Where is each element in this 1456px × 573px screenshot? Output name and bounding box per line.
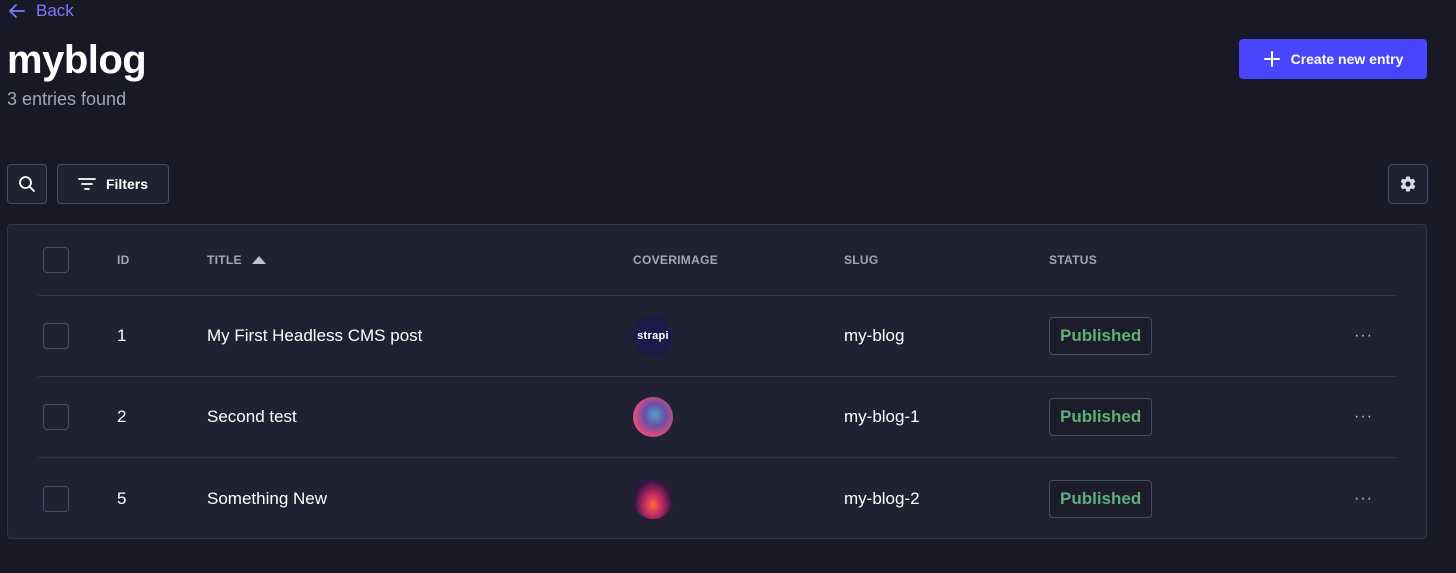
table-row[interactable]: 5 Something New my-blog-2 Published ··· bbox=[38, 458, 1397, 539]
filters-button[interactable]: Filters bbox=[57, 164, 169, 204]
entry-title: My First Headless CMS post bbox=[207, 326, 423, 345]
caret-up-icon bbox=[251, 256, 266, 264]
more-dots-icon[interactable]: ··· bbox=[1346, 321, 1381, 351]
entry-id: 2 bbox=[117, 407, 127, 426]
table-row[interactable]: 1 My First Headless CMS post strapi my-b… bbox=[38, 296, 1397, 377]
entries-count: 3 entries found bbox=[7, 89, 127, 109]
more-dots-icon[interactable]: ··· bbox=[1346, 484, 1381, 514]
column-header-slug[interactable]: SLUG bbox=[844, 225, 879, 295]
status-badge: Published bbox=[1049, 317, 1153, 355]
content-manager-page: Back myblog 3 entries found Create new e… bbox=[0, 0, 1456, 573]
cover-image-thumbnail bbox=[633, 397, 673, 437]
entry-id: 1 bbox=[117, 326, 127, 345]
more-dots-icon[interactable]: ··· bbox=[1346, 402, 1381, 432]
status-badge: Published bbox=[1049, 398, 1153, 436]
status-badge: Published bbox=[1049, 479, 1153, 518]
gear-icon bbox=[1400, 176, 1416, 192]
entry-slug: my-blog-2 bbox=[844, 488, 920, 508]
entry-title: Second test bbox=[207, 407, 297, 426]
back-label: Back bbox=[36, 1, 74, 20]
cover-image-thumbnail bbox=[633, 478, 673, 519]
column-header-title-label: TITLE bbox=[207, 253, 242, 267]
arrow-left-icon bbox=[9, 4, 25, 18]
search-button[interactable] bbox=[7, 164, 47, 204]
entry-title: Something New bbox=[207, 488, 328, 508]
column-header-coverimage: COVERIMAGE bbox=[633, 253, 719, 267]
entry-slug: my-blog bbox=[844, 326, 905, 345]
filters-label: Filters bbox=[105, 176, 148, 192]
row-checkbox[interactable] bbox=[43, 323, 69, 349]
entry-slug: my-blog-1 bbox=[844, 407, 920, 426]
search-icon bbox=[19, 176, 35, 192]
row-checkbox[interactable] bbox=[43, 404, 69, 430]
select-all-checkbox[interactable] bbox=[43, 247, 69, 273]
view-settings-button[interactable] bbox=[1388, 164, 1428, 204]
table-row[interactable]: 2 Second test my-blog-1 Published ··· bbox=[38, 377, 1397, 458]
column-header-status: STATUS bbox=[1049, 253, 1098, 267]
back-link[interactable]: Back bbox=[7, 0, 74, 22]
entries-table: ID TITLE COVERIMAGE SLUG STATUS 1 My Fir… bbox=[7, 224, 1427, 539]
create-new-entry-label: Create new entry bbox=[1290, 51, 1404, 67]
entry-id: 5 bbox=[117, 488, 127, 508]
create-new-entry-button[interactable]: Create new entry bbox=[1239, 39, 1427, 79]
column-header-title[interactable]: TITLE bbox=[207, 225, 266, 295]
cover-image-thumbnail: strapi bbox=[633, 316, 673, 356]
page-title: myblog bbox=[7, 38, 147, 82]
plus-icon bbox=[1263, 51, 1280, 67]
table-header-row: ID TITLE COVERIMAGE SLUG STATUS bbox=[38, 225, 1397, 296]
column-header-id[interactable]: ID bbox=[117, 225, 130, 295]
row-checkbox[interactable] bbox=[43, 485, 69, 512]
cover-image-logo-text: strapi bbox=[637, 330, 669, 342]
filter-icon bbox=[78, 178, 96, 190]
